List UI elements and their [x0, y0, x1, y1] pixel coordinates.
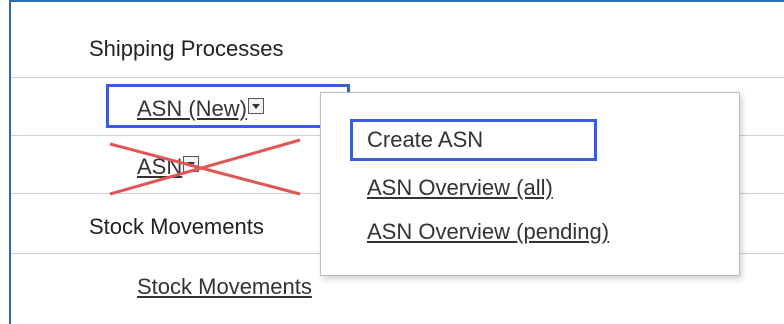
create-asn-highlight-box — [350, 119, 597, 161]
section-title-stock-movements: Stock Movements — [89, 214, 264, 239]
table-row: Shipping Processes — [11, 18, 784, 78]
asn-new-highlight-box — [106, 84, 350, 128]
stock-movements-link[interactable]: Stock Movements — [137, 274, 312, 300]
cross-out-mark — [109, 138, 301, 196]
menu-item-asn-overview-all[interactable]: ASN Overview (all) — [367, 175, 553, 201]
menu-item-asn-overview-pending[interactable]: ASN Overview (pending) — [367, 219, 609, 245]
section-title-shipping-processes: Shipping Processes — [89, 36, 284, 61]
frame-top-border — [9, 0, 784, 2]
